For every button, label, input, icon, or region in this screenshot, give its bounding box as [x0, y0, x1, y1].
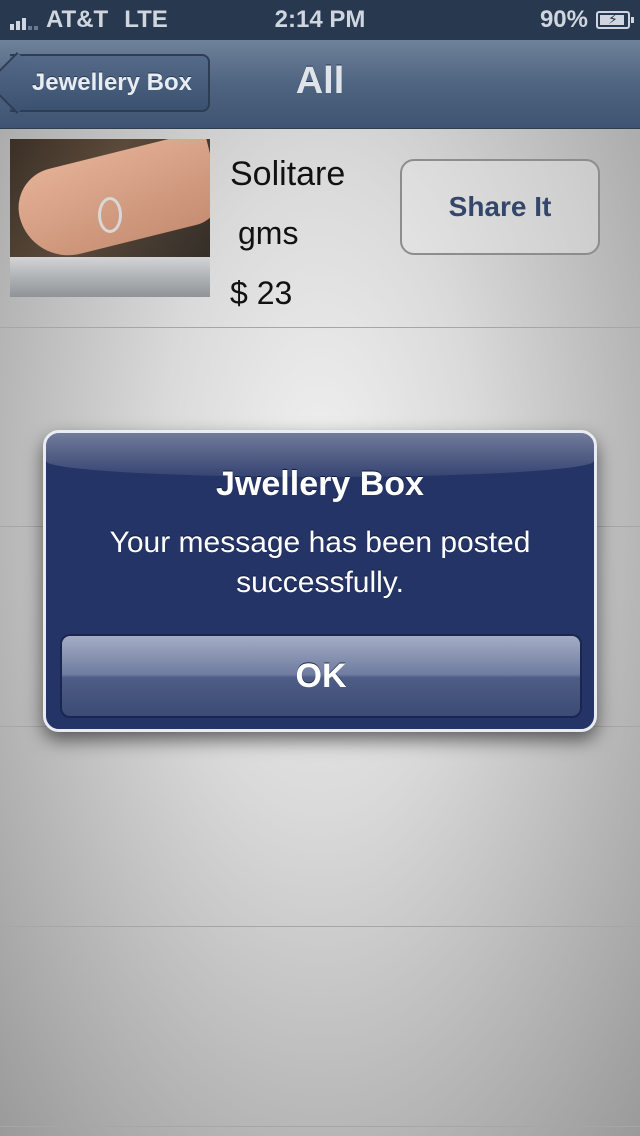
share-button[interactable]: Share It [400, 159, 600, 255]
page-title: All [295, 60, 345, 102]
ok-button[interactable]: OK [60, 634, 582, 718]
battery-percent: 90% [539, 6, 588, 33]
product-name: Solitare [230, 155, 346, 193]
alert-message: Your message has been posted successfull… [109, 526, 531, 599]
row-divider [0, 1126, 640, 1127]
row-divider [0, 926, 640, 927]
laptop-shape [10, 257, 210, 297]
navigation-bar: Jewellery Box All [0, 40, 640, 129]
product-image[interactable] [10, 139, 210, 297]
alert-title: Jwellery Box [216, 465, 424, 503]
status-bar: AT&T LTE 2:14 PM 90% ⚡ [0, 0, 640, 40]
back-button[interactable]: Jewellery Box [0, 51, 210, 115]
alert-dialog: Jwellery Box Your message has been poste… [43, 430, 597, 732]
ring-icon [98, 197, 122, 233]
battery-icon: ⚡ [596, 11, 634, 29]
back-button-label: Jewellery Box [31, 69, 192, 96]
product-price: $ 23 [230, 275, 293, 311]
status-right: 90% ⚡ [539, 6, 634, 34]
product-weight: gms [238, 215, 299, 251]
row-divider [0, 327, 640, 328]
